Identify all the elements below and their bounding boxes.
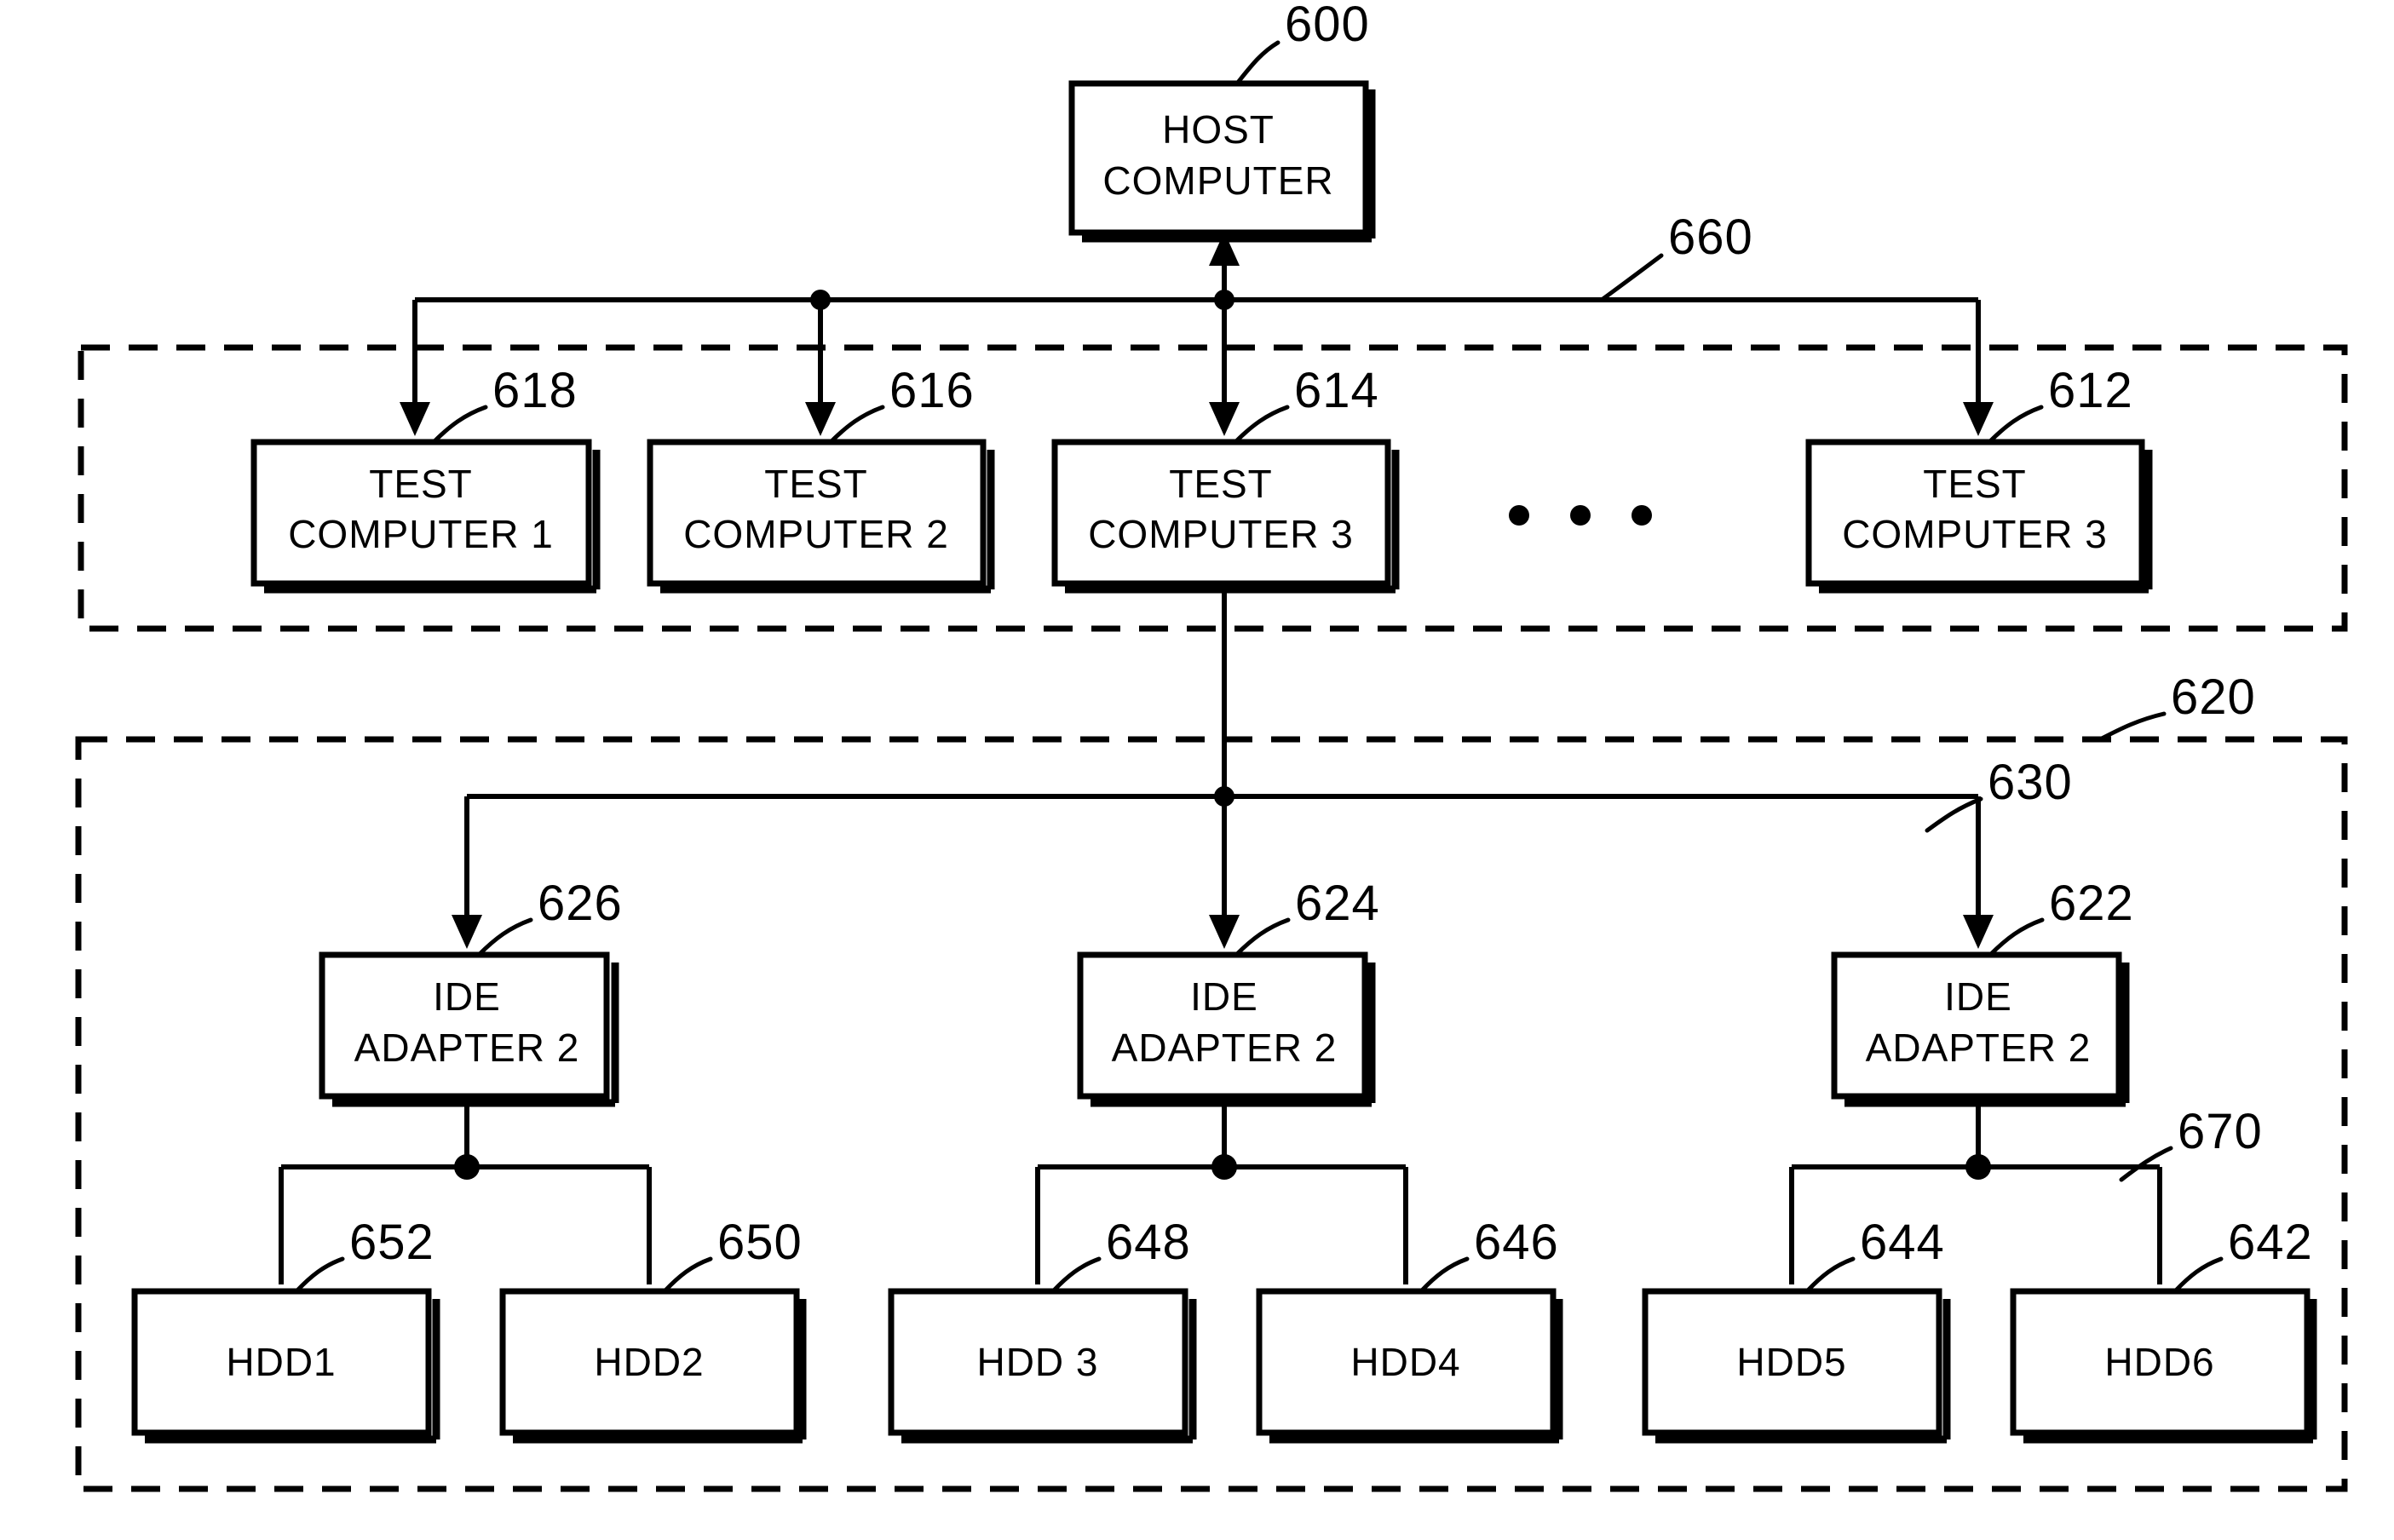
ide-adapter-3-label-line2: ADAPTER 2 xyxy=(1866,1026,2092,1070)
test-computer-1-label-line1: TEST xyxy=(369,462,473,506)
test-computer-4-label-line2: COMPUTER 3 xyxy=(1842,512,2108,556)
ref-620: 620 xyxy=(2171,669,2256,725)
ide-adapter-1-node[interactable]: IDE ADAPTER 2 xyxy=(319,951,619,1107)
hdd-4-label: HDD4 xyxy=(1350,1340,1460,1384)
hdd-bus-group-3 xyxy=(1789,1096,2162,1284)
ref-650: 650 xyxy=(717,1215,803,1270)
ref-652: 652 xyxy=(349,1215,434,1270)
hdd-5-node[interactable]: HDD5 xyxy=(1642,1288,1951,1444)
hdd-6-node[interactable]: HDD6 xyxy=(2010,1288,2317,1444)
host-computer-label-line1: HOST xyxy=(1162,107,1275,152)
host-computer-node[interactable]: HOST COMPUTER xyxy=(1068,80,1376,243)
ref-622: 622 xyxy=(2049,876,2134,931)
ide-adapter-1-label-line2: ADAPTER 2 xyxy=(354,1026,580,1070)
diagram-canvas: HOST COMPUTER TEST COMPUTER 1 TEST COMPU… xyxy=(75,0,2348,1492)
host-bus-wires xyxy=(400,232,1994,436)
ref-642: 642 xyxy=(2228,1215,2313,1270)
hdd-bus-group-1 xyxy=(279,1096,652,1284)
test-computer-3-label-line2: COMPUTER 3 xyxy=(1088,512,1354,556)
ref-630: 630 xyxy=(1988,755,2073,810)
test-computer-2-node[interactable]: TEST COMPUTER 2 xyxy=(647,439,995,594)
ref-614: 614 xyxy=(1294,363,1379,418)
test-computer-1-node[interactable]: TEST COMPUTER 1 xyxy=(250,439,601,594)
ellipsis-indicator xyxy=(1509,505,1652,526)
ref-618: 618 xyxy=(492,363,578,418)
ide-adapter-1-label-line1: IDE xyxy=(433,974,501,1019)
hdd-bus-group-2 xyxy=(1035,1096,1408,1284)
ref-670: 670 xyxy=(2178,1104,2263,1159)
hdd-1-label: HDD1 xyxy=(226,1340,336,1384)
hdd-2-label: HDD2 xyxy=(594,1340,704,1384)
test-computer-2-label-line1: TEST xyxy=(764,462,868,506)
hdd-6-label: HDD6 xyxy=(2104,1340,2214,1384)
hdd-5-label: HDD5 xyxy=(1736,1340,1846,1384)
hdd-1-node[interactable]: HDD1 xyxy=(131,1288,440,1444)
ide-adapter-3-node[interactable]: IDE ADAPTER 2 xyxy=(1831,951,2130,1107)
test-computer-1-label-line2: COMPUTER 1 xyxy=(288,512,554,556)
patent-figure: HOST COMPUTER TEST COMPUTER 1 TEST COMPU… xyxy=(0,0,2394,1540)
test-computer-4-node[interactable]: TEST COMPUTER 3 xyxy=(1805,439,2153,594)
ref-644: 644 xyxy=(1860,1215,1945,1270)
ide-adapter-3-label-line1: IDE xyxy=(1944,974,2012,1019)
ref-648: 648 xyxy=(1106,1215,1191,1270)
ref-612: 612 xyxy=(2048,363,2133,418)
ref-660: 660 xyxy=(1668,210,1753,265)
hdd-3-node[interactable]: HDD 3 xyxy=(888,1288,1197,1444)
hdd-4-node[interactable]: HDD4 xyxy=(1256,1288,1563,1444)
ref-624: 624 xyxy=(1295,876,1380,931)
test-computer-3-node[interactable]: TEST COMPUTER 3 xyxy=(1051,439,1400,594)
hdd-2-node[interactable]: HDD2 xyxy=(499,1288,807,1444)
ref-626: 626 xyxy=(538,876,623,931)
hdd-3-label: HDD 3 xyxy=(976,1340,1098,1384)
ide-adapter-2-label-line1: IDE xyxy=(1190,974,1258,1019)
ref-600: 600 xyxy=(1285,0,1370,52)
test-computer-4-label-line1: TEST xyxy=(1923,462,2027,506)
ide-adapter-2-node[interactable]: IDE ADAPTER 2 xyxy=(1077,951,1376,1107)
host-computer-label-line2: COMPUTER xyxy=(1102,158,1333,203)
ref-616: 616 xyxy=(889,363,975,418)
ref-646: 646 xyxy=(1474,1215,1559,1270)
adapter-bus-wires xyxy=(452,589,1994,949)
test-computer-2-label-line2: COMPUTER 2 xyxy=(683,512,949,556)
test-computer-3-label-line1: TEST xyxy=(1169,462,1273,506)
ide-adapter-2-label-line2: ADAPTER 2 xyxy=(1112,1026,1338,1070)
